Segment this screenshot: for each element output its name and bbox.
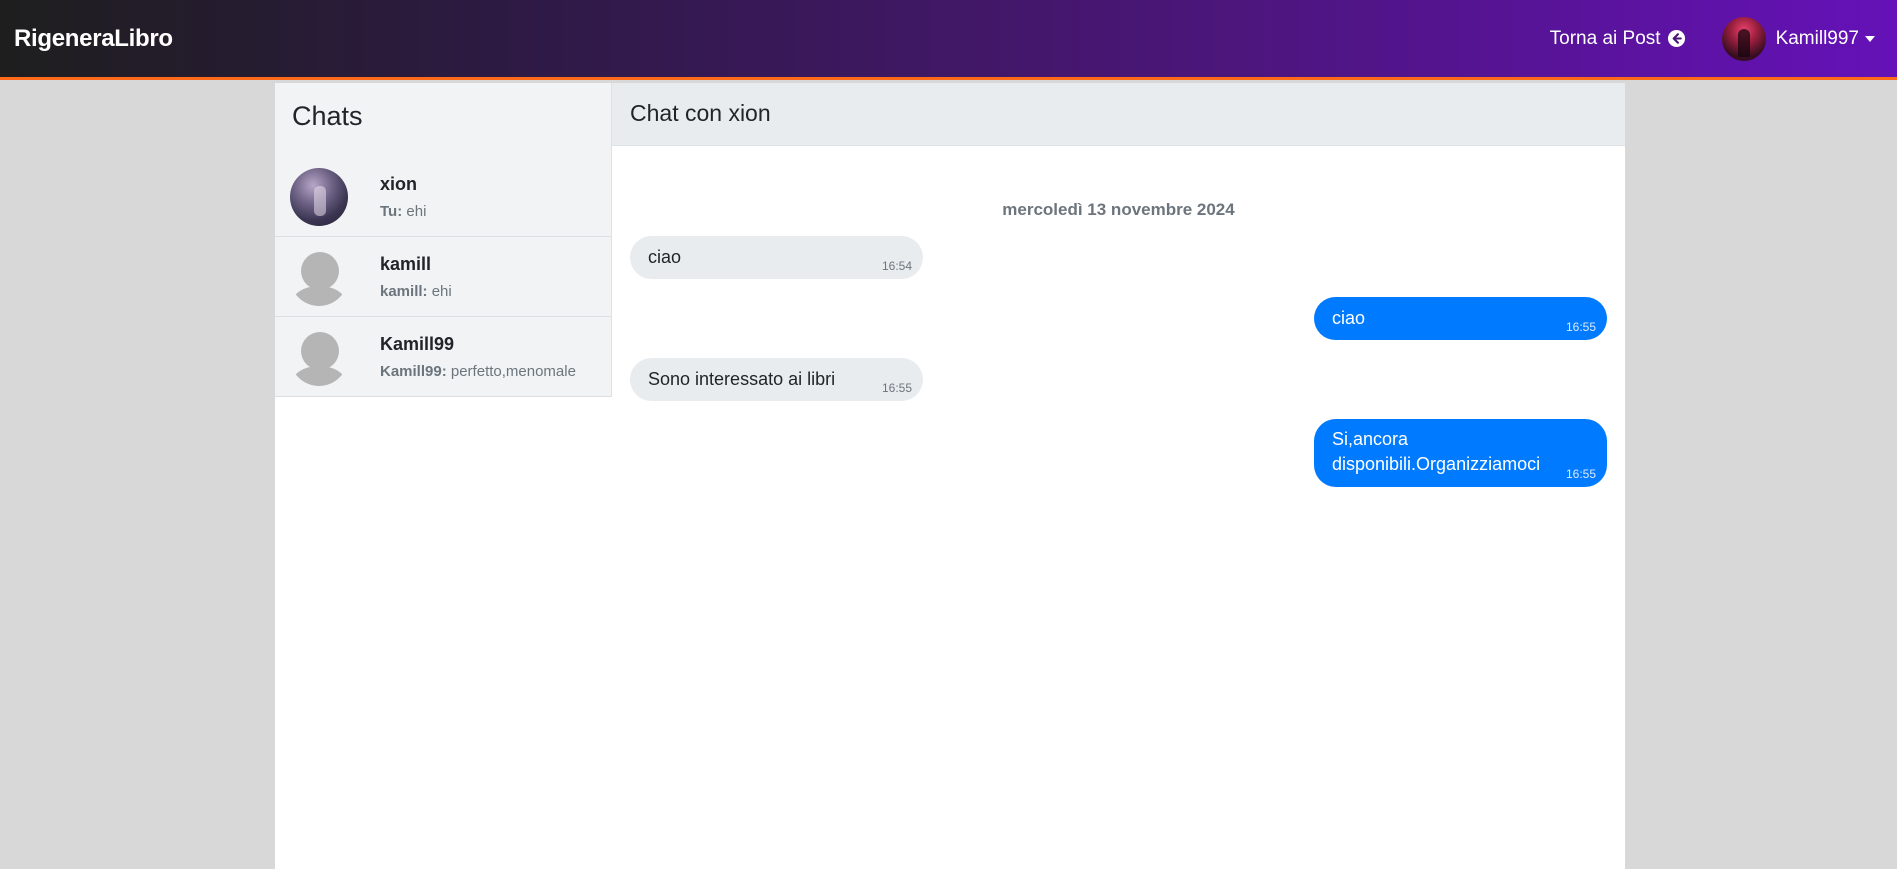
outgoing-message: ciao 16:55 bbox=[1314, 297, 1607, 340]
chat-preview: Tu: ehi bbox=[380, 203, 426, 220]
back-to-posts-label: Torna ai Post bbox=[1549, 27, 1661, 49]
message-time: 16:55 bbox=[1565, 467, 1596, 481]
message-time: 16:55 bbox=[881, 381, 912, 395]
chat-preview-sender: kamill: bbox=[380, 282, 428, 300]
incoming-message: ciao 16:54 bbox=[630, 236, 923, 279]
message-text: Sono interessato ai libri bbox=[648, 369, 836, 389]
chat-preview-text: perfetto,menomale bbox=[450, 362, 576, 380]
chat-list: xion Tu: ehi kamill kamill: ehi Kamill99… bbox=[275, 157, 612, 397]
chat-preview-sender: Tu: bbox=[380, 202, 403, 220]
message-text-line: disponibili.Organizziamoci bbox=[1332, 454, 1541, 474]
message-list[interactable]: mercoledì 13 novembre 2024 ciao 16:54 ci… bbox=[612, 146, 1625, 869]
conversation-title: Chat con xion bbox=[612, 83, 1625, 146]
incoming-message: Sono interessato ai libri 16:55 bbox=[630, 358, 923, 401]
user-dropdown-toggle[interactable]: Kamill997 bbox=[1721, 16, 1875, 61]
message-text: ciao bbox=[648, 247, 682, 267]
message-text: ciao bbox=[1332, 308, 1366, 328]
message-text-line: Si,ancora bbox=[1332, 429, 1409, 449]
back-to-posts-link[interactable]: Torna ai Post bbox=[1550, 28, 1686, 50]
chat-name: xion bbox=[380, 173, 418, 194]
arrow-left-circle-icon bbox=[1667, 29, 1685, 48]
chat-name: kamill bbox=[380, 253, 432, 274]
chat-list-item-kamill[interactable]: kamill kamill: ehi bbox=[275, 237, 611, 317]
chat-sidebar: Chats xion Tu: ehi kamill kamill: ehi Ka… bbox=[275, 83, 612, 869]
caret-down-icon bbox=[1865, 35, 1875, 42]
chat-preview: Kamill99: perfetto,menomale bbox=[380, 363, 576, 380]
username-label: Kamill997 bbox=[1775, 27, 1859, 49]
chat-container: Chats xion Tu: ehi kamill kamill: ehi Ka… bbox=[275, 83, 1625, 869]
chat-name: Kamill99 bbox=[380, 333, 455, 354]
message-time: 16:55 bbox=[1565, 320, 1596, 334]
conversation-panel: Chat con xion mercoledì 13 novembre 2024… bbox=[612, 83, 1625, 869]
navbar-right: Torna ai Post Kamill997 bbox=[1550, 0, 1883, 77]
sidebar-title: Chats bbox=[275, 83, 612, 157]
chat-list-item-xion[interactable]: xion Tu: ehi bbox=[275, 157, 611, 237]
chat-preview-text: ehi bbox=[406, 202, 427, 220]
user-avatar bbox=[1721, 16, 1766, 61]
outgoing-message: Si,ancora disponibili.Organizziamoci 16:… bbox=[1314, 419, 1607, 487]
avatar bbox=[290, 167, 348, 226]
default-user-icon bbox=[290, 327, 348, 386]
chat-preview: kamill: ehi bbox=[380, 283, 452, 300]
message-text: Si,ancora disponibili.Organizziamoci bbox=[1332, 427, 1540, 477]
chat-preview-text: ehi bbox=[431, 282, 452, 300]
brand-logo[interactable]: RigeneraLibro bbox=[14, 25, 173, 53]
chat-preview-sender: Kamill99: bbox=[380, 362, 447, 380]
date-separator: mercoledì 13 novembre 2024 bbox=[1002, 200, 1235, 219]
top-navbar: RigeneraLibro Torna ai Post Kamill997 bbox=[0, 0, 1897, 80]
default-user-icon bbox=[290, 247, 348, 306]
message-time: 16:54 bbox=[881, 259, 912, 273]
chat-list-item-kamill99[interactable]: Kamill99 Kamill99: perfetto,menomale bbox=[275, 317, 611, 397]
